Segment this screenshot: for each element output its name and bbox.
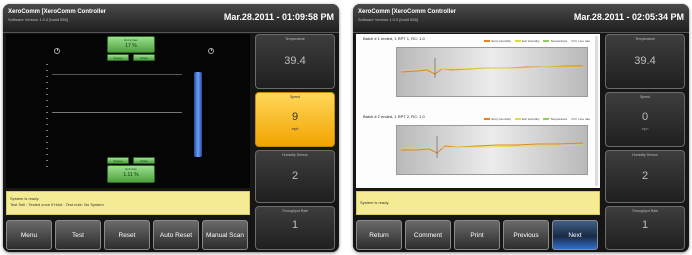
- legend-item: Entry Humidity: [484, 117, 511, 121]
- legend-swatch: [514, 40, 521, 42]
- legend-item: Line rate: [571, 39, 590, 43]
- temperature-panel[interactable]: Temperature 39.4: [255, 34, 335, 89]
- menu-button[interactable]: Menu: [6, 220, 52, 250]
- test-button[interactable]: Test: [55, 220, 101, 250]
- temperature-value: 39.4: [634, 55, 656, 67]
- legend-item: Line rate: [571, 117, 590, 121]
- speed-value: 9: [291, 111, 299, 123]
- next-button[interactable]: Next: [552, 220, 598, 250]
- temperature-panel[interactable]: Temperature 39.4: [605, 34, 685, 89]
- manual-scan-button[interactable]: Manual Scan: [202, 220, 248, 250]
- throughput-panel[interactable]: Throughput Rate 1: [255, 206, 335, 250]
- temperature-value: 39.4: [284, 55, 306, 67]
- sensor-display: Entry Gas 17 % Sweep Mode Sweep Mode Exi…: [6, 34, 250, 188]
- title-bar: XeroComm [XeroComm Controller Software V…: [353, 4, 689, 33]
- humidity-panel[interactable]: Humidity Sensor 2: [605, 150, 685, 203]
- status-message-box: System is ready.: [356, 191, 600, 215]
- humidity-value: 2: [291, 170, 299, 182]
- entry-gas-box[interactable]: Entry Gas 17 %: [107, 36, 155, 53]
- humidity-panel[interactable]: Humidity Sensor 2: [255, 150, 335, 203]
- reference-line: [52, 112, 182, 113]
- speed-panel[interactable]: Speed 9 mph: [255, 92, 335, 147]
- scale-ticks: [46, 64, 48, 170]
- legend-swatch: [514, 118, 521, 120]
- exit-mode-button[interactable]: Mode: [133, 157, 155, 164]
- legend-swatch: [571, 118, 578, 120]
- chart-legend: Entry Humidity Exit Humidity Temperature…: [484, 117, 590, 121]
- chart-lines: [401, 136, 584, 158]
- chart-title: Batch # 2 ended, 1 RPT 2, RC: 1.0: [363, 114, 425, 119]
- status-line: System is ready.: [360, 200, 390, 205]
- status-line: Test Sell : Tested once if Hold . Test n…: [10, 202, 104, 207]
- power-icon[interactable]: [54, 48, 60, 54]
- print-button[interactable]: Print: [454, 220, 500, 250]
- chart-lines: [400, 58, 583, 78]
- legend-item: Exit Humidity: [514, 39, 539, 43]
- reset-button[interactable]: Reset: [104, 220, 150, 250]
- chart-plot-area: [396, 47, 588, 97]
- comment-button[interactable]: Comment: [405, 220, 451, 250]
- legend-swatch: [484, 40, 491, 42]
- title-bar: XeroComm [XeroComm Controller Software V…: [3, 4, 339, 33]
- button-bar: Return Comment Print Previous Next: [353, 216, 603, 252]
- legend-item: Temperature: [543, 39, 567, 43]
- date-time: Mar.28.2011 - 02:05:34 PM: [573, 12, 684, 22]
- chart-plot-area: [396, 125, 588, 175]
- chart-title: Batch # 1 ended, 1 RPT 1, RC: 1.0: [363, 36, 425, 41]
- speed-value: 0: [641, 111, 649, 123]
- entry-sweep-button[interactable]: Sweep: [107, 54, 129, 61]
- exit-gas-box[interactable]: Exit Gas 1.11 %: [107, 165, 155, 183]
- power-icon[interactable]: [208, 48, 214, 54]
- throughput-panel[interactable]: Throughput Rate 1: [605, 206, 685, 250]
- humidity-value: 2: [641, 170, 649, 182]
- legend-swatch: [543, 118, 550, 120]
- auto-reset-button[interactable]: Auto Reset: [153, 220, 199, 250]
- chart-legend: Entry Humidity Exit Humidity Temperature…: [484, 39, 590, 43]
- date-time: Mar.28.2011 - 01:09:58 PM: [223, 12, 334, 22]
- left-controller-screen: XeroComm [XeroComm Controller Software V…: [3, 4, 339, 252]
- legend-item: Entry Humidity: [484, 39, 511, 43]
- batch-chart: Batch # 2 ended, 1 RPT 2, RC: 1.0 Entry …: [360, 114, 596, 186]
- report-view: Batch # 1 ended, 1 RPT 1, RC: 1.0 Entry …: [356, 34, 600, 188]
- status-message-box: System is ready. Test Sell : Tested once…: [6, 191, 250, 215]
- batch-chart: Batch # 1 ended, 1 RPT 1, RC: 1.0 Entry …: [360, 36, 596, 108]
- app-title: XeroComm [XeroComm Controller: [358, 9, 457, 15]
- speed-panel[interactable]: Speed 0 mph: [605, 92, 685, 147]
- legend-item: Exit Humidity: [514, 117, 539, 121]
- status-line: System is ready.: [10, 196, 40, 201]
- reference-line: [52, 74, 182, 75]
- exit-sweep-button[interactable]: Sweep: [107, 157, 129, 164]
- legend-item: Temperature: [543, 117, 567, 121]
- software-version: Software Version 1.0.0 [build 058]: [358, 17, 418, 22]
- entry-mode-button[interactable]: Mode: [133, 54, 155, 61]
- return-button[interactable]: Return: [356, 220, 402, 250]
- legend-swatch: [543, 40, 550, 42]
- previous-button[interactable]: Previous: [503, 220, 549, 250]
- software-version: Software Version 1.0.0 [build 058]: [8, 17, 68, 22]
- throughput-value: 1: [641, 219, 649, 231]
- level-bar: [194, 72, 202, 157]
- legend-swatch: [571, 40, 578, 42]
- legend-swatch: [484, 118, 491, 120]
- button-bar: Menu Test Reset Auto Reset Manual Scan: [3, 216, 253, 252]
- right-controller-screen: XeroComm [XeroComm Controller Software V…: [353, 4, 689, 252]
- app-title: XeroComm [XeroComm Controller: [8, 9, 107, 15]
- throughput-value: 1: [291, 219, 299, 231]
